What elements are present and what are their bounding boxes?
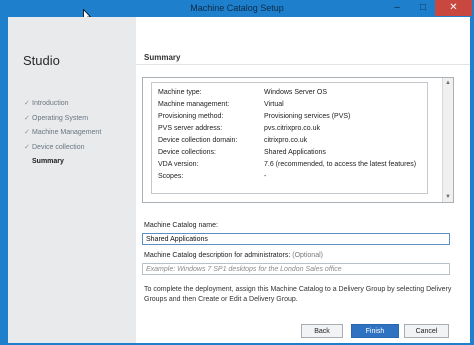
- catalog-name-label: Machine Catalog name:: [144, 222, 218, 229]
- summary-row: Scopes: -: [158, 173, 267, 180]
- back-button[interactable]: Back: [301, 324, 343, 338]
- wizard-sidebar: Studio ✓ Introduction ✓ Operating System ✓…: [8, 17, 136, 343]
- check-icon: ✓: [24, 100, 30, 107]
- step-introduction[interactable]: ✓ Introduction: [24, 97, 101, 112]
- summary-scrollbar[interactable]: ▲ ▼: [442, 78, 453, 202]
- check-icon: ✓: [24, 129, 30, 136]
- step-device-collection[interactable]: ✓ Device collection: [24, 141, 101, 156]
- step-machine-management[interactable]: ✓ Machine Management: [24, 126, 101, 141]
- wizard-steps: ✓ Introduction ✓ Operating System ✓ Machine…: [24, 97, 101, 170]
- description-input[interactable]: Example: Windows 7 SP1 desktops for the …: [142, 263, 450, 275]
- studio-brand: Studio: [23, 53, 60, 68]
- scroll-down-icon[interactable]: ▼: [443, 192, 453, 202]
- summary-panel: Machine type: Windows Server OS Machine m…: [142, 77, 454, 203]
- description-label: Machine Catalog description for administ…: [144, 252, 323, 259]
- summary-row: Machine management: Virtual: [158, 101, 284, 108]
- summary-row: Device collections: Shared Applications: [158, 149, 326, 156]
- scroll-up-icon[interactable]: ▲: [443, 78, 453, 88]
- instructions-text: To complete the deployment, assign this …: [144, 286, 452, 303]
- summary-row: Device collection domain: citrixpro.co.uk: [158, 137, 308, 144]
- wizard-window: Studio ✓ Introduction ✓ Operating System ✓…: [8, 17, 470, 343]
- maximize-button[interactable]: □: [411, 0, 435, 16]
- cancel-button[interactable]: Cancel: [404, 324, 449, 338]
- step-summary[interactable]: Summary: [24, 155, 101, 170]
- summary-row: Machine type: Windows Server OS: [158, 89, 328, 96]
- check-icon: ✓: [24, 114, 30, 122]
- summary-row: VDA version: 7.6 (recommended, to access …: [158, 161, 417, 168]
- finish-button[interactable]: Finish: [351, 324, 399, 338]
- summary-row: Provisioning method: Provisioning service…: [158, 113, 351, 120]
- title-divider: [136, 64, 470, 65]
- summary-list: Machine type: Windows Server OS Machine m…: [151, 82, 428, 194]
- step-operating-system[interactable]: ✓ Operating System: [24, 112, 101, 127]
- check-icon: ✓: [24, 143, 30, 151]
- catalog-name-input[interactable]: Shared Applications: [142, 233, 450, 245]
- minimize-button[interactable]: –: [383, 0, 411, 16]
- page-title: Summary: [144, 53, 181, 62]
- close-button[interactable]: ✕: [435, 0, 472, 16]
- summary-row: PVS server address: pvs.citrixpro.co.uk: [158, 125, 321, 132]
